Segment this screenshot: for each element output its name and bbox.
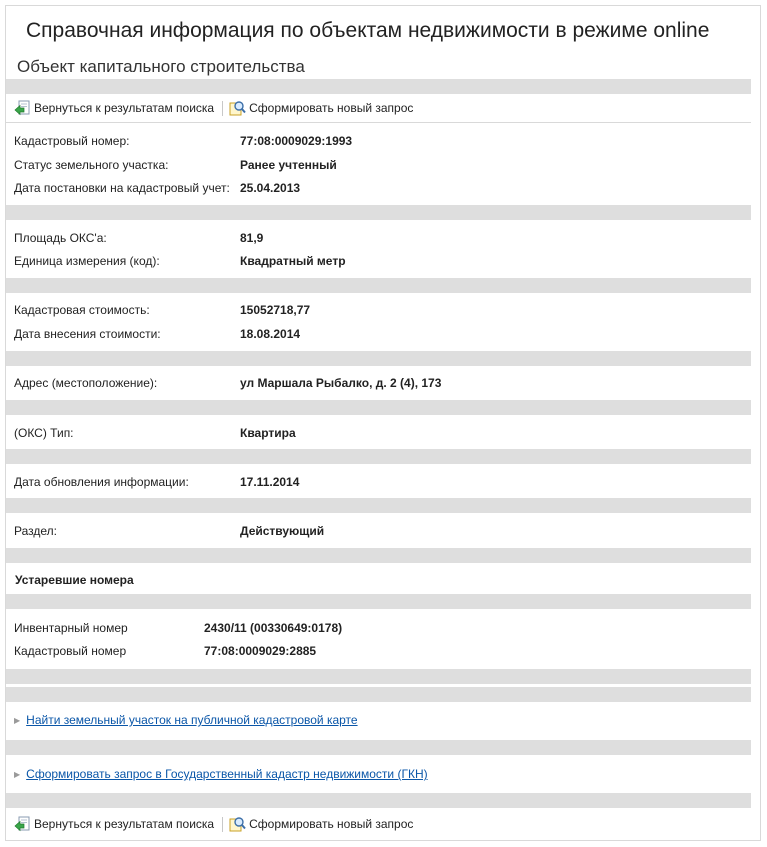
old-cadastral-number-label: Кадастровый номер [14,644,127,658]
separator-band [6,669,751,684]
registration-date-value: 25.04.2013 [240,181,301,195]
gkn-request-link[interactable]: Сформировать запрос в Государственный ка… [26,767,427,781]
triangle-right-icon: ▶ [14,769,21,779]
bottom-toolbar: Вернуться к результатам поиска Сформиров… [14,815,413,833]
inventory-number-value: 2430/11 (00330649:0178) [204,621,343,635]
registration-date-label: Дата постановки на кадастровый учет: [14,181,230,195]
cadastral-number-label: Кадастровый номер: [14,134,130,148]
magnifier-document-icon [229,101,246,116]
inventory-number-label: Инвентарный номер [14,621,128,635]
unit-label: Единица измерения (код): [14,254,160,268]
cadastral-cost-value: 15052718,77 [240,303,311,317]
back-to-results-button[interactable]: Вернуться к результатам поиска [14,816,214,832]
page-title: Справочная информация по объектам недвиж… [26,19,710,42]
section-label: Раздел: [14,524,57,538]
toolbar-divider-line [6,122,751,123]
separator-band [6,400,751,415]
back-arrow-document-icon [14,816,30,832]
new-request-button[interactable]: Сформировать новый запрос [229,816,413,832]
separator-band [6,351,751,366]
old-cadastral-number-value: 77:08:0009029:2885 [204,644,317,658]
toolbar-divider [222,100,224,116]
update-date-label: Дата обновления информации: [14,475,189,489]
new-request-button[interactable]: Сформировать новый запрос [229,100,413,116]
section-value: Действующий [240,524,325,538]
public-map-link-row: ▶ Найти земельный участок на публичной к… [14,713,358,727]
unit-value: Квадратный метр [240,254,346,268]
toolbar-divider [222,816,224,832]
separator-band [6,594,751,609]
object-type-label: (ОКС) Тип: [14,426,74,440]
separator-band [6,278,751,293]
cost-date-value: 18.08.2014 [240,327,301,341]
land-status-label: Статус земельного участка: [14,158,169,172]
area-value: 81,9 [240,231,264,245]
address-label: Адрес (местоположение): [14,376,158,390]
object-type-subtitle: Объект капитального строительства [17,57,305,76]
magnifier-document-icon [229,817,246,832]
separator-band [6,548,751,563]
back-to-results-button[interactable]: Вернуться к результатам поиска [14,100,214,116]
area-label: Площадь ОКС'а: [14,231,107,245]
address-value: ул Маршала Рыбалко, д. 2 (4), 173 [240,376,442,390]
back-to-results-label: Вернуться к результатам поиска [34,101,215,115]
cadastral-cost-label: Кадастровая стоимость: [14,303,150,317]
cost-date-label: Дата внесения стоимости: [14,327,161,341]
land-status-value: Ранее учтенный [240,158,337,172]
back-arrow-document-icon [14,100,30,116]
top-toolbar: Вернуться к результатам поиска Сформиров… [14,99,413,117]
separator-band [6,79,751,94]
gkn-request-link-row: ▶ Сформировать запрос в Государственный … [14,767,428,781]
public-cadastral-map-link[interactable]: Найти земельный участок на публичной кад… [26,713,357,727]
object-type-value: Квартира [240,426,296,440]
separator-band [6,687,751,702]
triangle-right-icon: ▶ [14,715,21,725]
separator-band [6,740,751,755]
obsolete-numbers-title: Устаревшие номера [15,573,134,587]
new-request-label: Сформировать новый запрос [249,817,414,831]
new-request-label: Сформировать новый запрос [249,101,414,115]
separator-band [6,498,751,513]
back-to-results-label: Вернуться к результатам поиска [34,817,215,831]
separator-band [6,793,751,808]
cadastral-number-value: 77:08:0009029:1993 [240,134,353,148]
separator-band [6,449,751,464]
separator-band [6,205,751,220]
update-date-value: 17.11.2014 [240,475,300,489]
